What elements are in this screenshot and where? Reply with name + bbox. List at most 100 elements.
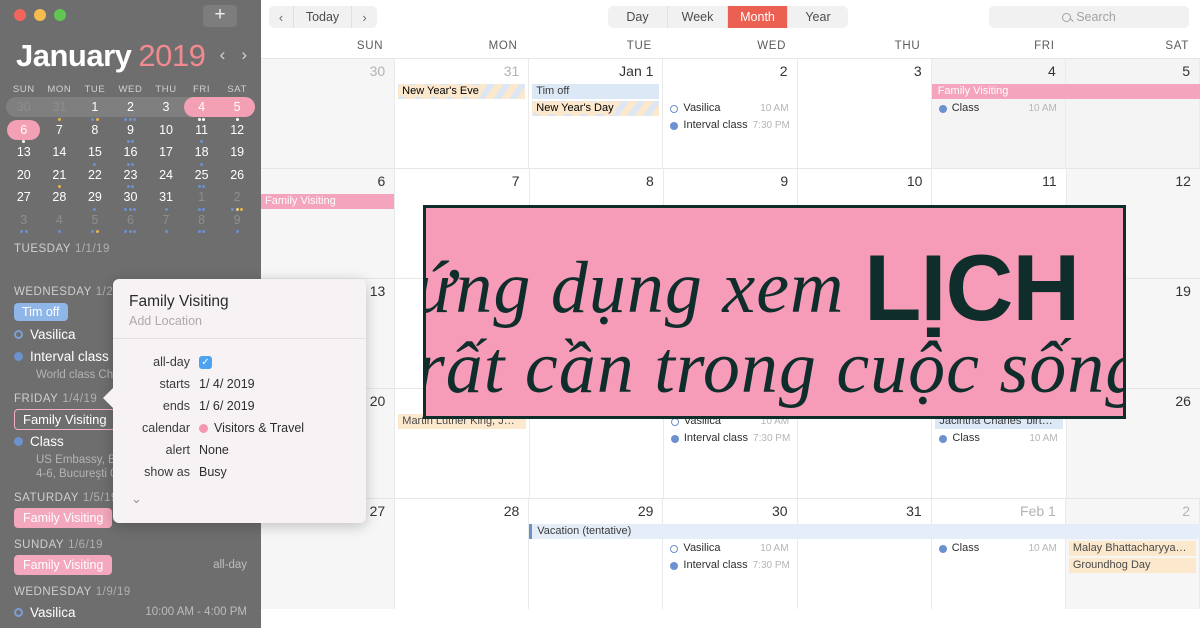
mini-day-cell[interactable]: 31 bbox=[148, 188, 184, 211]
mini-day-cell[interactable]: 22 bbox=[77, 166, 113, 189]
calendar-event[interactable]: New Year's Eve bbox=[398, 84, 526, 99]
mini-day-cell[interactable]: 9 bbox=[219, 211, 255, 233]
mini-day-cell[interactable]: 12 bbox=[219, 121, 255, 144]
mini-day-cell[interactable]: 1 bbox=[184, 188, 220, 211]
mini-prev-month-icon[interactable]: ‹ bbox=[220, 45, 226, 65]
mini-day-cell[interactable]: 6 bbox=[113, 211, 149, 233]
search-field[interactable]: Search bbox=[989, 6, 1189, 28]
calendar-event-span[interactable]: Vacation (tentative) bbox=[529, 524, 1200, 539]
mini-day-cell[interactable]: 1 bbox=[77, 98, 113, 121]
day-cell[interactable]: Feb 1 Class 10 AM bbox=[932, 499, 1066, 609]
day-cell[interactable]: 6 Family Visiting bbox=[261, 169, 396, 278]
popover-field-value[interactable]: 1/ 6/ 2019 bbox=[199, 399, 255, 413]
agenda-item-badge[interactable]: Family Visiting bbox=[14, 408, 116, 430]
day-cell[interactable]: 29Vacation (tentative) bbox=[529, 499, 664, 609]
view-tab-day[interactable]: Day bbox=[608, 6, 668, 28]
agenda-item[interactable]: Vasilica 10:00 AM - 4:00 PM bbox=[14, 602, 247, 622]
day-cell[interactable]: 3 bbox=[798, 59, 932, 168]
zoom-window-icon[interactable] bbox=[54, 9, 66, 21]
prev-period-icon[interactable]: ‹ bbox=[269, 6, 294, 28]
mini-day-cell[interactable]: 4 bbox=[42, 211, 78, 233]
mini-day-cell[interactable]: 11 bbox=[184, 121, 220, 143]
calendar-event[interactable]: Interval class 7:30 PM bbox=[666, 118, 793, 133]
event-detail-popover[interactable]: Family Visiting Add Location all-day ✓ sta… bbox=[113, 279, 366, 523]
day-cell[interactable]: 5 bbox=[1065, 59, 1200, 168]
mini-day-cell[interactable]: 15 bbox=[77, 143, 113, 166]
mini-day-cell[interactable]: 9 bbox=[113, 121, 149, 143]
calendar-event[interactable]: New Year's Day bbox=[532, 101, 660, 116]
day-cell[interactable]: 28 bbox=[395, 499, 530, 609]
popover-field-value[interactable]: Busy bbox=[199, 465, 227, 479]
agenda-item-badge[interactable]: Tim off bbox=[14, 303, 68, 321]
calendar-event[interactable]: Vasilica 10 AM bbox=[666, 101, 793, 116]
agenda-item[interactable]: Interval class7:30 - 8:30 PM bbox=[14, 624, 247, 628]
popover-location-input[interactable]: Add Location bbox=[129, 314, 350, 328]
calendar-event[interactable]: Interval class 7:30 PM bbox=[666, 558, 793, 573]
calendar-event[interactable]: Class 10 AM bbox=[935, 541, 1062, 556]
mini-day-cell[interactable]: 27 bbox=[6, 188, 42, 211]
view-mode-segment[interactable]: Day Week Month Year bbox=[608, 6, 848, 28]
mini-calendar-body[interactable]: 30 31 1 2 3 4 5 6 7 8 9 10 11 12 13 14 15 16 17 18 19 20 21 22 2… bbox=[6, 97, 255, 233]
agenda-item[interactable] bbox=[14, 259, 247, 275]
day-cell[interactable]: 2 Malay Bhattacharyya… Groundhog Day bbox=[1065, 499, 1200, 609]
agenda-item-badge[interactable]: Family Visiting bbox=[14, 555, 113, 575]
minimize-window-icon[interactable] bbox=[34, 9, 46, 21]
mini-day-cell[interactable]: 26 bbox=[219, 166, 255, 189]
agenda-item-badge[interactable]: Family Visiting bbox=[14, 508, 113, 528]
view-tab-year[interactable]: Year bbox=[788, 6, 848, 28]
mini-day-cell[interactable]: 7 bbox=[148, 211, 184, 233]
mini-day-cell[interactable]: 23 bbox=[113, 166, 149, 188]
mini-day-cell[interactable]: 5 bbox=[77, 211, 113, 233]
day-cell[interactable]: 30 Vasilica 10 AM Interval class 7:30 PM bbox=[663, 499, 798, 609]
mini-day-cell[interactable]: 17 bbox=[148, 143, 184, 166]
day-cell[interactable]: 4Family VisitingClass10 AM bbox=[931, 59, 1066, 168]
mini-day-cell[interactable]: 25 bbox=[184, 166, 220, 188]
mini-day-cell[interactable]: 10 bbox=[148, 121, 184, 144]
mini-day-cell[interactable]: 20 bbox=[6, 166, 42, 189]
popover-field-value[interactable]: 1/ 4/ 2019 bbox=[199, 377, 255, 391]
day-cell[interactable]: 31 bbox=[798, 499, 932, 609]
mini-day-cell[interactable]: 3 bbox=[148, 98, 184, 121]
calendar-event[interactable]: Malay Bhattacharyya… bbox=[1068, 541, 1196, 556]
popover-field-value[interactable]: Visitors & Travel bbox=[199, 421, 304, 435]
day-cell[interactable]: 30 bbox=[261, 59, 396, 168]
calendar-event[interactable]: Class 10 AM bbox=[935, 101, 1062, 116]
mini-day-cell[interactable]: 7 bbox=[42, 121, 78, 144]
next-period-icon[interactable]: › bbox=[352, 6, 377, 28]
calendar-event[interactable]: Class 10 AM bbox=[935, 431, 1062, 446]
add-event-button[interactable]: + bbox=[203, 5, 237, 27]
mini-next-month-icon[interactable]: › bbox=[241, 45, 247, 65]
mini-day-cell[interactable]: 29 bbox=[77, 188, 113, 211]
calendar-event[interactable]: Tim off bbox=[532, 84, 660, 99]
day-cell[interactable]: 2 Vasilica 10 AM Interval class 7:30 PM bbox=[663, 59, 798, 168]
mini-day-cell[interactable]: 28 bbox=[42, 188, 78, 211]
mini-day-cell[interactable]: 2 bbox=[219, 188, 255, 211]
calendar-event-span[interactable]: Family Visiting bbox=[931, 84, 1200, 99]
close-window-icon[interactable] bbox=[14, 9, 26, 21]
date-nav-segment[interactable]: ‹ Today › bbox=[269, 6, 377, 28]
mini-day-cell[interactable]: 18 bbox=[184, 143, 220, 166]
calendar-event[interactable]: Groundhog Day bbox=[1068, 558, 1196, 573]
all-day-checkbox[interactable]: ✓ bbox=[199, 355, 212, 369]
popover-event-title[interactable]: Family Visiting bbox=[129, 293, 350, 311]
mini-day-cell[interactable]: 14 bbox=[42, 143, 78, 166]
popover-expand-icon[interactable]: ⌄ bbox=[131, 491, 142, 507]
mini-day-cell[interactable]: 19 bbox=[219, 143, 255, 166]
mini-day-cell[interactable]: 30 bbox=[6, 98, 42, 121]
calendar-event[interactable]: Family Visiting bbox=[261, 194, 395, 209]
mini-day-cell[interactable]: 30 bbox=[113, 188, 149, 211]
calendar-event[interactable]: Vasilica 10 AM bbox=[666, 541, 793, 556]
popover-field-value[interactable]: ✓ bbox=[199, 355, 212, 369]
agenda-item[interactable]: Family Visiting all-day bbox=[14, 555, 247, 575]
mini-day-cell[interactable]: 24 bbox=[148, 166, 184, 189]
mini-day-cell[interactable]: 21 bbox=[42, 166, 78, 188]
calendar-event[interactable]: Interval class 7:30 PM bbox=[667, 431, 794, 446]
today-button[interactable]: Today bbox=[294, 6, 352, 28]
mini-calendar[interactable]: SUN MON TUE WED THU FRI SAT 30 31 1 2 3 4 5 6 7 8 9 10 11 1… bbox=[6, 82, 255, 233]
day-cell[interactable]: 31 New Year's Eve bbox=[395, 59, 530, 168]
popover-field-value[interactable]: None bbox=[199, 443, 229, 457]
mini-day-cell[interactable]: 16 bbox=[113, 143, 149, 166]
mini-day-cell[interactable]: 3 bbox=[6, 211, 42, 233]
mini-day-cell[interactable]: 8 bbox=[184, 211, 220, 233]
day-cell[interactable]: Jan 1 Tim off New Year's Day bbox=[529, 59, 664, 168]
